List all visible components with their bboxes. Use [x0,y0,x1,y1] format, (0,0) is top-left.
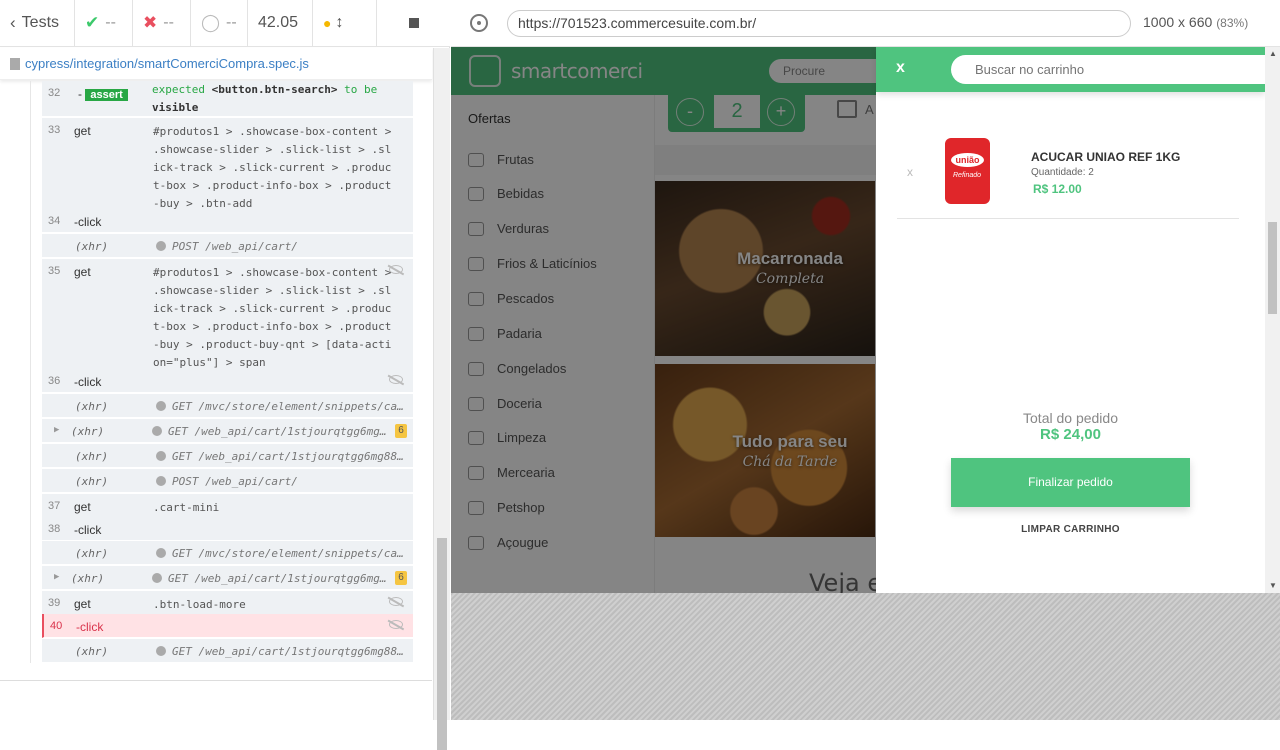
eye-slash-icon [389,597,403,606]
xhr-row[interactable]: (xhr) GET /mvc/store/element/snippets/ca… [42,394,413,418]
tests-label: Tests [21,14,60,31]
xhr-row[interactable]: (xhr) POST /web_api/cart/ [42,469,413,493]
cart-item: x união Refinado ACUCAR UNIAO REF 1KG Qu… [897,123,1239,219]
resize-icon: ↕ [335,14,344,31]
xhr-row[interactable]: (xhr) GET /mvc/store/element/snippets/ca… [42,541,413,565]
command-row[interactable]: 34 -click [42,209,413,233]
chevron-left-icon: ‹ [10,13,16,32]
caret-right-icon: ▶ [54,425,60,435]
passed-stat: ✔ -- [75,0,133,47]
xhr-row[interactable]: (xhr) GET /web_api/cart/1stjourqtgg6mg88… [42,444,413,468]
cart-drawer: x x união Refinado ACUCAR UNIAO REF 1KG … [876,47,1265,593]
total-value: R$ 24,00 [1040,426,1101,443]
status-dot-icon [156,451,166,461]
duration: 42.05 [248,0,313,47]
remove-item-button[interactable]: x [907,165,913,179]
url-bar[interactable]: https://701523.commercesuite.com.br/ [507,10,1131,37]
tests-button[interactable]: ‹ Tests [0,0,75,47]
stop-icon [408,18,419,28]
spec-path-bar[interactable]: cypress/integration/smartComerciCompra.s… [0,48,432,80]
command-row[interactable]: 33 get #produtos1 > .showcase-box-conten… [42,118,413,213]
product-name: ACUCAR UNIAO REF 1KG [1031,150,1181,164]
site-scrollbar[interactable]: ▲ ▼ [1265,47,1280,593]
file-icon [10,57,20,70]
cypress-reporter: ‹ Tests ✔ -- ✖ -- ◯ -- 42.05 ● ↕ cypress… [0,0,450,750]
cart-header: x [876,47,1265,92]
total-label: Total do pedido [1023,410,1118,426]
count-badge: 6 [395,424,407,438]
spec-path: cypress/integration/smartComerciCompra.s… [25,56,309,71]
pending-stat: ◯ -- [191,0,248,47]
failed-stat: ✖ -- [133,0,191,47]
eye-slash-icon [389,265,403,274]
eye-slash-icon [389,375,403,384]
selector-playground-icon[interactable] [470,14,488,32]
status-dot-icon [156,548,166,558]
product-quantity: Quantidade: 2 [1031,167,1094,178]
command-row[interactable]: 37 get .cart-mini [42,494,413,518]
running-dot-icon: ● [323,15,332,31]
xhr-row[interactable]: (xhr) POST /web_api/cart/ [42,234,413,258]
assert-tag: assert [85,89,128,101]
command-row[interactable]: 32 - assert expected <button.btn-search>… [42,81,413,117]
scroll-up-icon[interactable]: ▲ [1269,49,1277,58]
command-log: 32 - assert expected <button.btn-search>… [0,81,432,681]
checkout-button[interactable]: Finalizar pedido [951,458,1190,507]
command-row[interactable]: 38 -click [42,517,413,541]
caret-right-icon: ▶ [54,572,60,582]
status-dot-icon [156,476,166,486]
app-under-test: smartcomerci Procure - 2 + A Ofertas Fru… [451,47,1265,593]
command-row[interactable]: 35 get #produtos1 > .showcase-box-conten… [42,259,413,372]
circle-icon: ◯ [201,13,221,32]
reporter-header: ‹ Tests ✔ -- ✖ -- ◯ -- 42.05 ● ↕ [0,0,450,47]
stop-button[interactable] [377,0,450,47]
divider [0,680,432,681]
cart-search-input[interactable] [951,55,1265,84]
failed-command-row[interactable]: 40 -click [42,614,413,638]
scroll-down-icon[interactable]: ▼ [1269,581,1277,590]
status-dot-icon [156,646,166,656]
xhr-row[interactable]: ▶ (xhr) GET /web_api/cart/1stjourqtgg6mg… [42,419,413,443]
status-dot-icon [156,241,166,251]
auto-scroll-toggle[interactable]: ● ↕ [313,0,377,47]
scrollbar-thumb[interactable] [1268,222,1277,314]
x-icon: ✖ [143,13,158,32]
reporter-scrollbar[interactable] [433,48,450,750]
close-cart-button[interactable]: x [896,59,905,77]
scrollbar-thumb[interactable] [437,538,447,750]
status-dot-icon [152,573,162,583]
command-row[interactable]: 36 -click [42,369,413,393]
status-dot-icon [156,401,166,411]
xhr-row[interactable]: (xhr) GET /web_api/cart/1stjourqtgg6mg88… [42,639,413,663]
xhr-row[interactable]: ▶ (xhr) GET /web_api/cart/1stjourqtgg6mg… [42,566,413,590]
product-image: união Refinado [945,138,990,204]
command-row[interactable]: 39 get .btn-load-more [42,591,413,615]
count-badge: 6 [395,571,407,585]
status-dot-icon [152,426,162,436]
clear-cart-link[interactable]: LIMPAR CARRINHO [876,524,1265,535]
eye-slash-icon [389,620,403,629]
check-icon: ✔ [85,13,100,32]
product-price: R$ 12.00 [1033,182,1082,196]
viewport-size: 1000 x 660 (83%) [1143,14,1249,30]
